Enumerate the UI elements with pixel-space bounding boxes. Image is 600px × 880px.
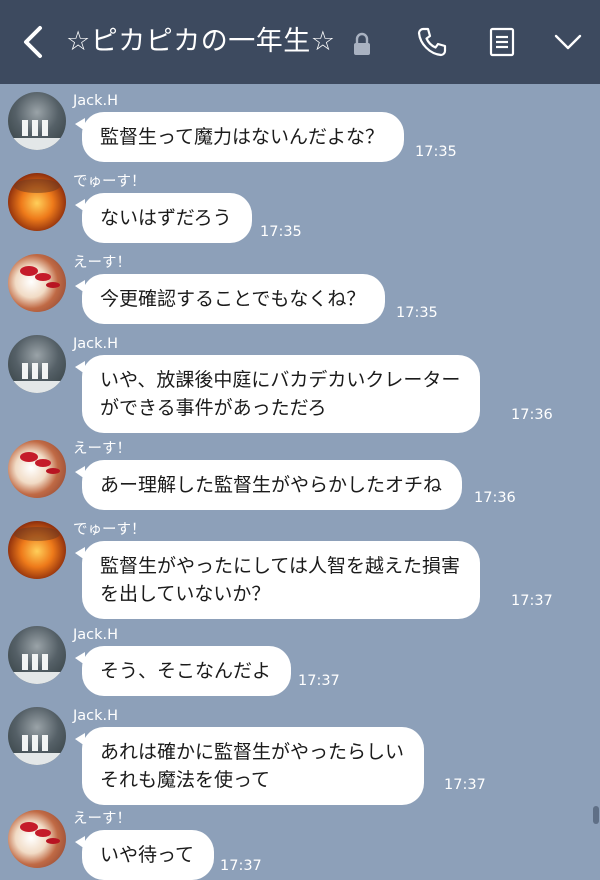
message-time: 17:37 — [444, 777, 486, 793]
notes-icon[interactable] — [484, 24, 520, 60]
message-bubble[interactable]: そう、そこなんだよ — [74, 646, 292, 696]
avatar-ace[interactable] — [8, 254, 66, 312]
message-text-line: を出していないか？ — [100, 583, 271, 605]
sender-name: えーす！ — [73, 255, 131, 271]
sender-name: Jack.H — [73, 627, 119, 643]
avatar-ace[interactable] — [8, 810, 66, 868]
chevron-down-icon[interactable] — [550, 24, 586, 60]
sender-name: Jack.H — [73, 336, 119, 352]
message-text: あー理解した監督生がやらかしたオチね — [100, 474, 443, 496]
message-time: 17:36 — [511, 407, 553, 423]
avatar-jack[interactable] — [8, 626, 66, 684]
message-time: 17:37 — [511, 593, 553, 609]
sender-name: Jack.H — [73, 708, 119, 724]
message-text-line: それも魔法を使って — [100, 769, 271, 791]
back-chevron-icon[interactable] — [16, 22, 52, 62]
message-time: 17:36 — [474, 490, 516, 506]
avatar-deuce[interactable] — [8, 173, 66, 231]
message-bubble[interactable]: 監督生って魔力はないんだよな？ — [74, 112, 405, 162]
scrollbar[interactable] — [593, 806, 599, 824]
message-text: ないはずだろう — [100, 207, 232, 229]
message-text: 今更確認することでもなくね？ — [100, 288, 366, 310]
message-time: 17:37 — [220, 858, 262, 874]
sender-name: Jack.H — [73, 93, 119, 109]
avatar-ace[interactable] — [8, 440, 66, 498]
phone-icon[interactable] — [414, 24, 450, 60]
avatar-jack[interactable] — [8, 335, 66, 393]
message-time: 17:35 — [415, 144, 457, 160]
message-text-line: あれは確かに監督生がやったらしい — [100, 741, 405, 763]
message-time: 17:35 — [260, 224, 302, 240]
message-text-line: ができる事件があっただろ — [100, 397, 327, 419]
sender-name: えーす！ — [73, 811, 131, 827]
message-bubble[interactable]: ないはずだろう — [75, 193, 252, 243]
message-text: 監督生って魔力はないんだよな？ — [100, 126, 385, 148]
avatar-jack[interactable] — [8, 707, 66, 765]
chat-header: ☆ピカピカの一年生☆ — [0, 0, 600, 84]
avatar-deuce[interactable] — [8, 521, 66, 579]
message-bubble[interactable]: 監督生がやったにしては人智を越えた損害 を出していないか？ — [74, 541, 481, 619]
message-bubble[interactable]: いや、放課後中庭にバカデカいクレーター ができる事件があっただろ — [74, 355, 481, 433]
message-text-line: 監督生がやったにしては人智を越えた損害 — [100, 555, 461, 577]
message-text-line: いや、放課後中庭にバカデカいクレーター — [100, 369, 461, 391]
sender-name: でゅーす！ — [73, 174, 146, 190]
message-bubble[interactable]: いや待って — [74, 830, 215, 880]
message-time: 17:37 — [298, 673, 340, 689]
avatar-jack[interactable] — [8, 92, 66, 150]
message-time: 17:35 — [396, 305, 438, 321]
sender-name: えーす！ — [73, 441, 131, 457]
message-text: いや待って — [100, 844, 195, 866]
chat-area[interactable]: Jack.H 監督生って魔力はないんだよな？ 17:35 でゅーす！ ないはずだ… — [0, 84, 600, 880]
message-bubble[interactable]: あー理解した監督生がやらかしたオチね — [74, 460, 463, 510]
message-bubble[interactable]: あれは確かに監督生がやったらしい それも魔法を使って — [74, 727, 425, 805]
message-bubble[interactable]: 今更確認することでもなくね？ — [74, 274, 386, 324]
chat-title: ☆ピカピカの一年生☆ — [66, 26, 336, 57]
lock-icon — [354, 32, 370, 55]
sender-name: でゅーす！ — [73, 522, 146, 538]
message-text: そう、そこなんだよ — [100, 660, 272, 682]
